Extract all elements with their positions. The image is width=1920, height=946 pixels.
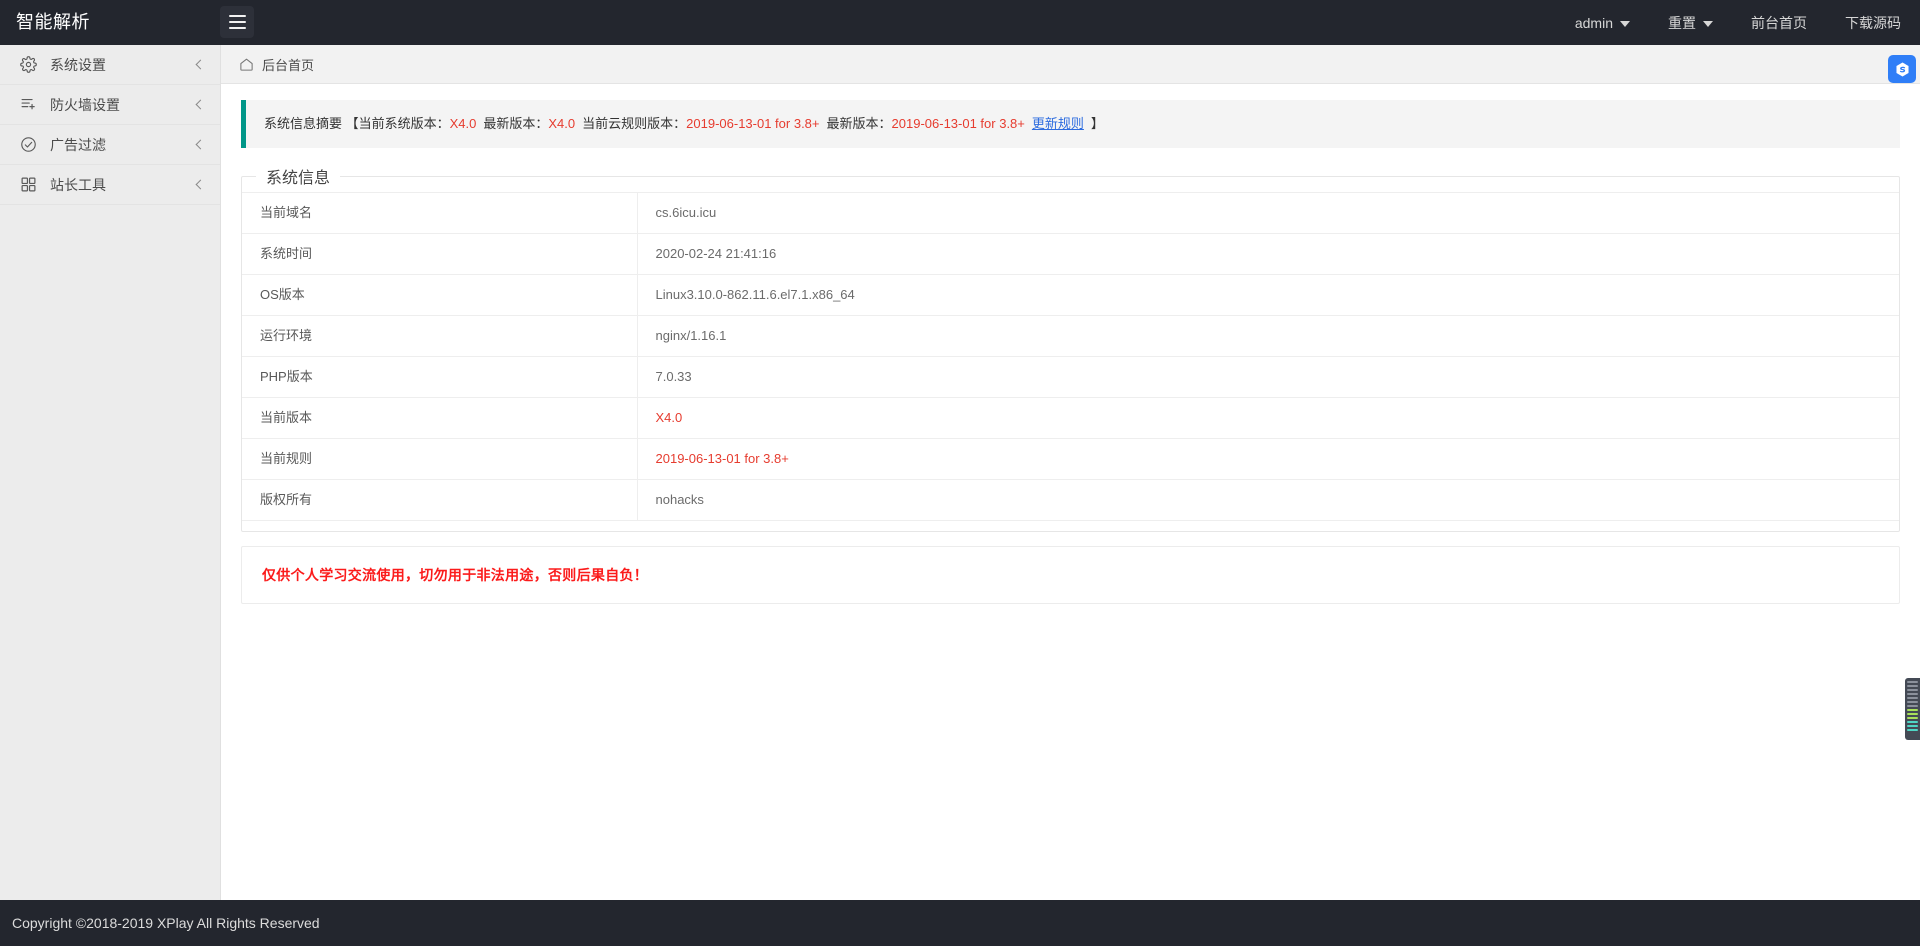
handle-stripe <box>1907 689 1918 691</box>
sidebar-item-label: 站长工具 <box>50 175 194 195</box>
handle-stripe-green <box>1907 717 1918 719</box>
nav-item-label: 前台首页 <box>1751 13 1807 33</box>
handle-stripe <box>1907 697 1918 699</box>
row-value: nohacks <box>637 480 1899 521</box>
row-key: 系统时间 <box>242 234 637 275</box>
system-summary-alert: 系统信息摘要 【当前系统版本：X4.0最新版本：X4.0当前云规则版本：2019… <box>241 100 1900 148</box>
handle-stripe-green <box>1907 713 1918 715</box>
grid-icon <box>20 176 37 193</box>
alert-latest-version: X4.0 <box>548 116 575 131</box>
footer: Copyright ©2018-2019 XPlay All Rights Re… <box>0 900 1920 946</box>
system-info-table: 当前域名 cs.6icu.icu 系统时间 2020-02-24 21:41:1… <box>242 192 1899 521</box>
hamburger-line <box>229 27 246 29</box>
sidebar-item-label: 广告过滤 <box>50 135 194 155</box>
sidebar-item-firewall-settings[interactable]: 防火墙设置 <box>0 85 220 125</box>
app-logo: 智能解析 <box>16 0 90 45</box>
row-value: Linux3.10.0-862.11.6.el7.1.x86_64 <box>637 275 1899 316</box>
sidebar-item-system-settings[interactable]: 系统设置 <box>0 45 220 85</box>
header-nav: admin 重置 前台首页 下载源码 <box>1556 0 1920 45</box>
row-key: PHP版本 <box>242 357 637 398</box>
sidebar-item-webmaster-tools[interactable]: 站长工具 <box>0 165 220 205</box>
row-value: 7.0.33 <box>637 357 1899 398</box>
alert-suffix: 】 <box>1091 116 1104 131</box>
chevron-left-icon <box>194 140 204 150</box>
hamburger-menu-button[interactable] <box>220 6 254 38</box>
chevron-left-icon <box>194 100 204 110</box>
gear-icon <box>20 56 37 73</box>
row-key: 当前域名 <box>242 193 637 234</box>
row-value: cs.6icu.icu <box>637 193 1899 234</box>
table-row: 当前域名 cs.6icu.icu <box>242 193 1899 234</box>
alert-cloud-rule-version: 2019-06-13-01 for 3.8+ <box>686 116 819 131</box>
sidebar: 系统设置 防火墙设置 广告过滤 <box>0 45 221 900</box>
top-header: 智能解析 admin 重置 前台首页 下载源码 <box>0 0 1920 45</box>
chevron-down-icon <box>1620 21 1630 27</box>
table-row: OS版本 Linux3.10.0-862.11.6.el7.1.x86_64 <box>242 275 1899 316</box>
alert-cloud-rule-label: 当前云规则版本： <box>582 116 686 131</box>
row-key: 当前规则 <box>242 439 637 480</box>
handle-stripe <box>1907 693 1918 695</box>
table-row: 当前版本 X4.0 <box>242 398 1899 439</box>
chevron-down-icon <box>1703 21 1713 27</box>
hamburger-line <box>229 15 246 17</box>
alert-latest-rule-version: 2019-06-13-01 for 3.8+ <box>892 116 1025 131</box>
breadcrumb: 后台首页 <box>221 45 1920 84</box>
handle-stripe <box>1907 681 1918 683</box>
handle-stripe-teal <box>1907 721 1918 723</box>
update-rules-link[interactable]: 更新规则 <box>1032 116 1084 131</box>
alert-current-version: X4.0 <box>450 116 477 131</box>
row-value: 2019-06-13-01 for 3.8+ <box>637 439 1899 480</box>
nav-item-label: 下载源码 <box>1845 13 1901 33</box>
row-value: X4.0 <box>637 398 1899 439</box>
alert-prefix: 系统信息摘要 【当前系统版本： <box>264 116 450 131</box>
handle-stripe <box>1907 701 1918 703</box>
row-value: nginx/1.16.1 <box>637 316 1899 357</box>
hamburger-line <box>229 21 246 23</box>
extension-drag-handle[interactable] <box>1905 678 1920 740</box>
sidebar-item-label: 防火墙设置 <box>50 95 194 115</box>
table-row: PHP版本 7.0.33 <box>242 357 1899 398</box>
handle-stripe <box>1907 705 1918 707</box>
row-key: 版权所有 <box>242 480 637 521</box>
disclaimer-text: 仅供个人学习交流使用，切勿用于非法用途，否则后果自负！ <box>262 565 1879 585</box>
sidebar-item-ad-filter[interactable]: 广告过滤 <box>0 125 220 165</box>
row-key: 运行环境 <box>242 316 637 357</box>
row-key: OS版本 <box>242 275 637 316</box>
sidebar-item-label: 系统设置 <box>50 55 194 75</box>
panel-legend: 系统信息 <box>256 164 340 188</box>
main-content: 系统信息摘要 【当前系统版本：X4.0最新版本：X4.0当前云规则版本：2019… <box>221 84 1920 900</box>
handle-stripe-teal <box>1907 729 1918 731</box>
nav-item-download-source[interactable]: 下载源码 <box>1826 0 1920 45</box>
app-root: 智能解析 admin 重置 前台首页 下载源码 <box>0 0 1920 946</box>
check-circle-icon <box>20 136 37 153</box>
table-row: 运行环境 nginx/1.16.1 <box>242 316 1899 357</box>
chevron-left-icon <box>194 60 204 70</box>
list-icon <box>20 96 37 113</box>
handle-stripe <box>1907 685 1918 687</box>
home-icon <box>239 57 254 72</box>
handle-stripe-green <box>1907 709 1918 711</box>
row-value: 2020-02-24 21:41:16 <box>637 234 1899 275</box>
handle-stripe-teal <box>1907 725 1918 727</box>
nav-item-label: 重置 <box>1668 13 1696 33</box>
nav-item-frontend-home[interactable]: 前台首页 <box>1732 0 1826 45</box>
nav-item-label: admin <box>1575 15 1613 31</box>
table-row: 当前规则 2019-06-13-01 for 3.8+ <box>242 439 1899 480</box>
system-info-panel: 系统信息 当前域名 cs.6icu.icu 系统时间 2020-02-24 21… <box>241 164 1900 532</box>
browser-extension-icon[interactable] <box>1888 55 1916 83</box>
table-row: 版权所有 nohacks <box>242 480 1899 521</box>
breadcrumb-current: 后台首页 <box>262 55 314 74</box>
nav-item-reset[interactable]: 重置 <box>1649 0 1732 45</box>
nav-item-admin[interactable]: admin <box>1556 0 1649 45</box>
copyright-text: Copyright ©2018-2019 XPlay All Rights Re… <box>12 915 320 931</box>
alert-latest-rule-label: 最新版本： <box>827 116 892 131</box>
disclaimer-panel: 仅供个人学习交流使用，切勿用于非法用途，否则后果自负！ <box>241 546 1900 604</box>
table-row: 系统时间 2020-02-24 21:41:16 <box>242 234 1899 275</box>
row-key: 当前版本 <box>242 398 637 439</box>
alert-latest-label: 最新版本： <box>483 116 548 131</box>
chevron-left-icon <box>194 180 204 190</box>
